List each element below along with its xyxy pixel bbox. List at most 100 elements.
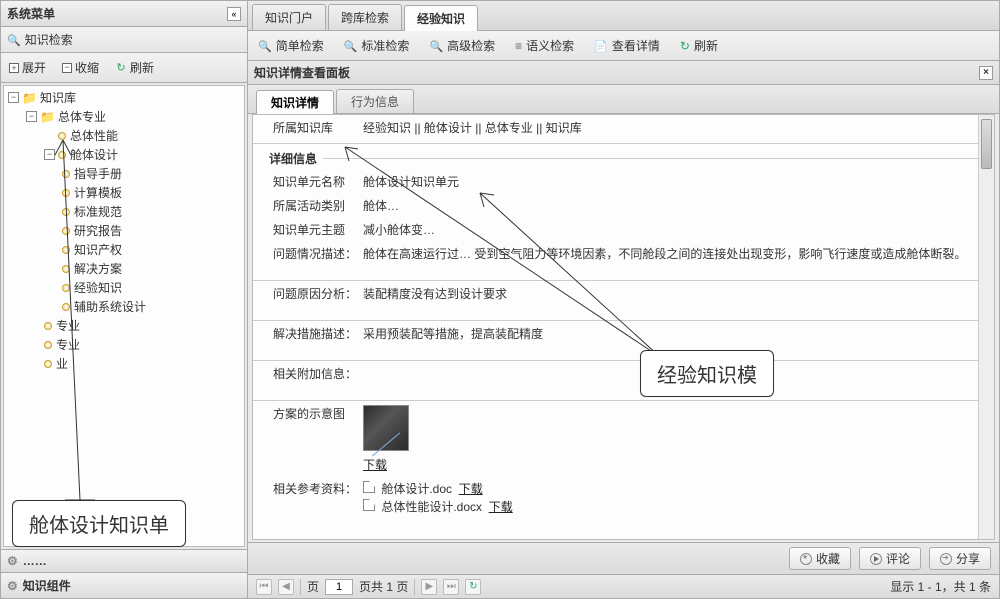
detail-body: 所属知识库 经验知识 || 舱体设计 || 总体专业 || 知识库 详细信息 知…: [252, 114, 995, 540]
subtab-behavior[interactable]: 行为信息: [336, 89, 414, 113]
tree-node-general[interactable]: − 📁 总体专业: [4, 107, 244, 126]
minus-icon: −: [62, 63, 72, 73]
download-link[interactable]: 下载: [489, 500, 513, 514]
sidebar-collapse-button[interactable]: «: [227, 7, 241, 21]
sidebar-header: 系统菜单 «: [1, 1, 247, 27]
sidebar-search[interactable]: 知识检索: [1, 27, 247, 53]
toggle-icon[interactable]: −: [44, 149, 55, 160]
refresh-icon: [680, 39, 690, 53]
list-icon: [515, 39, 522, 53]
tree-node-perf[interactable]: 总体性能: [4, 126, 244, 145]
sidebar-toolbar: + 展开 − 收缩 刷新: [1, 53, 247, 83]
comment-button[interactable]: 评论: [859, 547, 921, 570]
tree-leaf-template[interactable]: 计算模板: [4, 183, 244, 202]
tree-leaf-ip[interactable]: 知识产权: [4, 240, 244, 259]
download-link[interactable]: 下载: [459, 482, 483, 496]
prev-page-button[interactable]: ◀: [278, 579, 294, 595]
tree-node-spec2[interactable]: 专业: [4, 316, 244, 335]
diagram-thumbnail[interactable]: [363, 405, 409, 451]
comment-icon: [870, 553, 882, 565]
tree-root[interactable]: − 📁 知识库: [4, 88, 244, 107]
collapse-button[interactable]: − 收缩: [58, 56, 103, 79]
gear-icon: [7, 579, 18, 593]
tree-node-spec4[interactable]: 业: [4, 354, 244, 373]
ref-item: 总体性能设计.docx 下载: [363, 498, 982, 516]
tab-portal[interactable]: 知识门户: [252, 4, 326, 30]
row-belong-repo: 所属知识库 经验知识 || 舱体设计 || 总体专业 || 知识库: [253, 115, 994, 144]
callout-left: 舱体设计知识单: [12, 500, 186, 547]
leaf-icon: [62, 170, 70, 178]
main: 知识门户 跨库检索 经验知识 简单检索 标准检索 高级检索 语义检索 查看详情 …: [248, 0, 1000, 599]
leaf-icon: [62, 303, 70, 311]
simple-search-button[interactable]: 简单检索: [254, 34, 328, 57]
page-input[interactable]: [325, 579, 353, 595]
tree-leaf-experience[interactable]: 经验知识: [4, 278, 244, 297]
scrollbar[interactable]: [978, 115, 994, 539]
leaf-icon: [44, 322, 52, 330]
share-button[interactable]: 分享: [929, 547, 991, 570]
expand-button[interactable]: + 展开: [5, 56, 50, 79]
paging-status: 显示 1 - 1，共 1 条: [890, 578, 991, 595]
tree-node-spec3[interactable]: 专业: [4, 335, 244, 354]
standard-search-button[interactable]: 标准检索: [340, 34, 414, 57]
main-refresh-button[interactable]: 刷新: [676, 34, 722, 57]
leaf-icon: [58, 132, 66, 140]
toggle-icon[interactable]: −: [26, 111, 37, 122]
tree-leaf-solution[interactable]: 解决方案: [4, 259, 244, 278]
toggle-icon[interactable]: −: [8, 92, 19, 103]
subtab-detail[interactable]: 知识详情: [256, 90, 334, 114]
search-icon: [7, 33, 21, 47]
scrollbar-thumb[interactable]: [981, 119, 992, 169]
folder-icon: 📁: [40, 110, 55, 124]
detail-icon: [594, 39, 608, 53]
paging-refresh-button[interactable]: [465, 579, 481, 595]
detail-panel-title: 知识详情查看面板 ×: [248, 61, 999, 85]
tree: − 📁 知识库 − 📁 总体专业 总体性能 − 舱体设计 指导手册 计算模板 标: [3, 85, 245, 547]
tree-leaf-standard[interactable]: 标准规范: [4, 202, 244, 221]
folder-icon: 📁: [22, 91, 37, 105]
detail-footer: 收藏 评论 分享: [248, 542, 999, 574]
refresh-icon: [115, 62, 127, 74]
tab-experience[interactable]: 经验知识: [404, 5, 478, 31]
leaf-icon: [62, 265, 70, 273]
leaf-icon: [62, 246, 70, 254]
ref-item: 舱体设计.doc 下载: [363, 480, 982, 498]
gear-icon: [7, 554, 18, 568]
tree-leaf-report[interactable]: 研究报告: [4, 221, 244, 240]
share-icon: [940, 553, 952, 565]
tree-leaf-assist[interactable]: 辅助系统设计: [4, 297, 244, 316]
leaf-icon: [62, 284, 70, 292]
close-icon[interactable]: ×: [979, 66, 993, 80]
row-extra: 相关附加信息：: [253, 361, 994, 401]
row-topic: 知识单元主题 减小舱体变…: [253, 217, 994, 241]
next-page-button[interactable]: ▶: [421, 579, 437, 595]
last-page-button[interactable]: ⏭: [443, 579, 459, 595]
leaf-icon: [58, 151, 66, 159]
tree-leaf-guide[interactable]: 指导手册: [4, 164, 244, 183]
paging-bar: ⏮ ◀ 页 页共 1 页 ▶ ⏭ 显示 1 - 1，共 1 条: [248, 574, 999, 598]
view-detail-button[interactable]: 查看详情: [590, 34, 664, 57]
doc-icon: [363, 499, 375, 511]
advanced-search-button[interactable]: 高级检索: [425, 34, 499, 57]
semantic-search-button[interactable]: 语义检索: [511, 34, 578, 57]
refresh-button[interactable]: 刷新: [111, 56, 158, 79]
detail-subtabs: 知识详情 行为信息: [248, 85, 999, 114]
row-diagram: 方案的示意图 下载: [253, 401, 994, 476]
leaf-icon: [44, 341, 52, 349]
sidebar-stack-components[interactable]: 知识组件: [1, 572, 247, 598]
plus-icon: +: [9, 63, 19, 73]
tree-node-hull[interactable]: − 舱体设计: [4, 145, 244, 164]
row-solution: 解决措施描述： 采用预装配等措施，提高装配精度: [253, 321, 994, 361]
fav-button[interactable]: 收藏: [789, 547, 851, 570]
search-icon: [258, 39, 272, 53]
tab-cross-search[interactable]: 跨库检索: [328, 4, 402, 30]
sidebar-stack-more[interactable]: ……: [1, 549, 247, 572]
sidebar-title: 系统菜单: [7, 5, 55, 22]
search-icon: [429, 39, 443, 53]
main-tabs: 知识门户 跨库检索 经验知识: [248, 1, 999, 31]
main-toolbar: 简单检索 标准检索 高级检索 语义检索 查看详情 刷新: [248, 31, 999, 61]
download-link[interactable]: 下载: [363, 458, 387, 472]
first-page-button[interactable]: ⏮: [256, 579, 272, 595]
leaf-icon: [44, 360, 52, 368]
leaf-icon: [62, 208, 70, 216]
